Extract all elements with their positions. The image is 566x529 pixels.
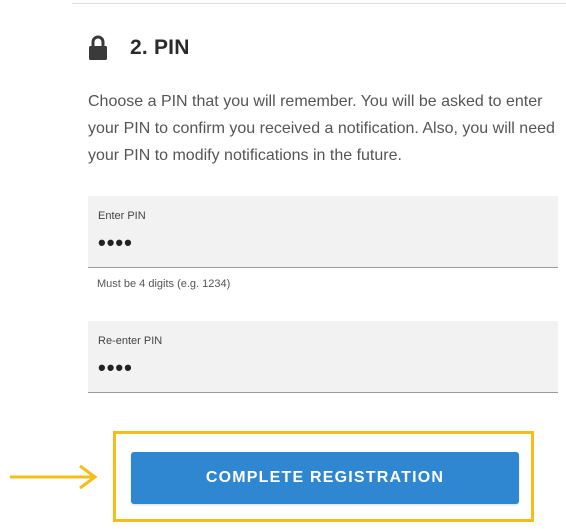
top-divider <box>72 3 566 4</box>
reenter-pin-label: Re-enter PIN <box>98 335 163 347</box>
enter-pin-input[interactable] <box>98 230 298 256</box>
section-header: 2. PIN <box>88 34 190 62</box>
complete-registration-button[interactable]: COMPLETE REGISTRATION <box>131 452 519 504</box>
enter-pin-label: Enter PIN <box>98 210 146 222</box>
section-title: 2. PIN <box>130 36 190 59</box>
pin-registration-page: 2. PIN Choose a PIN that you will rememb… <box>0 0 566 529</box>
reenter-pin-field[interactable]: Re-enter PIN <box>88 321 558 393</box>
enter-pin-field[interactable]: Enter PIN <box>88 196 558 268</box>
pin-helper-text: Must be 4 digits (e.g. 1234) <box>97 278 231 290</box>
reenter-pin-input[interactable] <box>98 355 298 381</box>
lock-icon <box>88 35 108 61</box>
pointer-arrow-icon <box>10 464 98 490</box>
section-description: Choose a PIN that you will remember. You… <box>88 93 555 164</box>
